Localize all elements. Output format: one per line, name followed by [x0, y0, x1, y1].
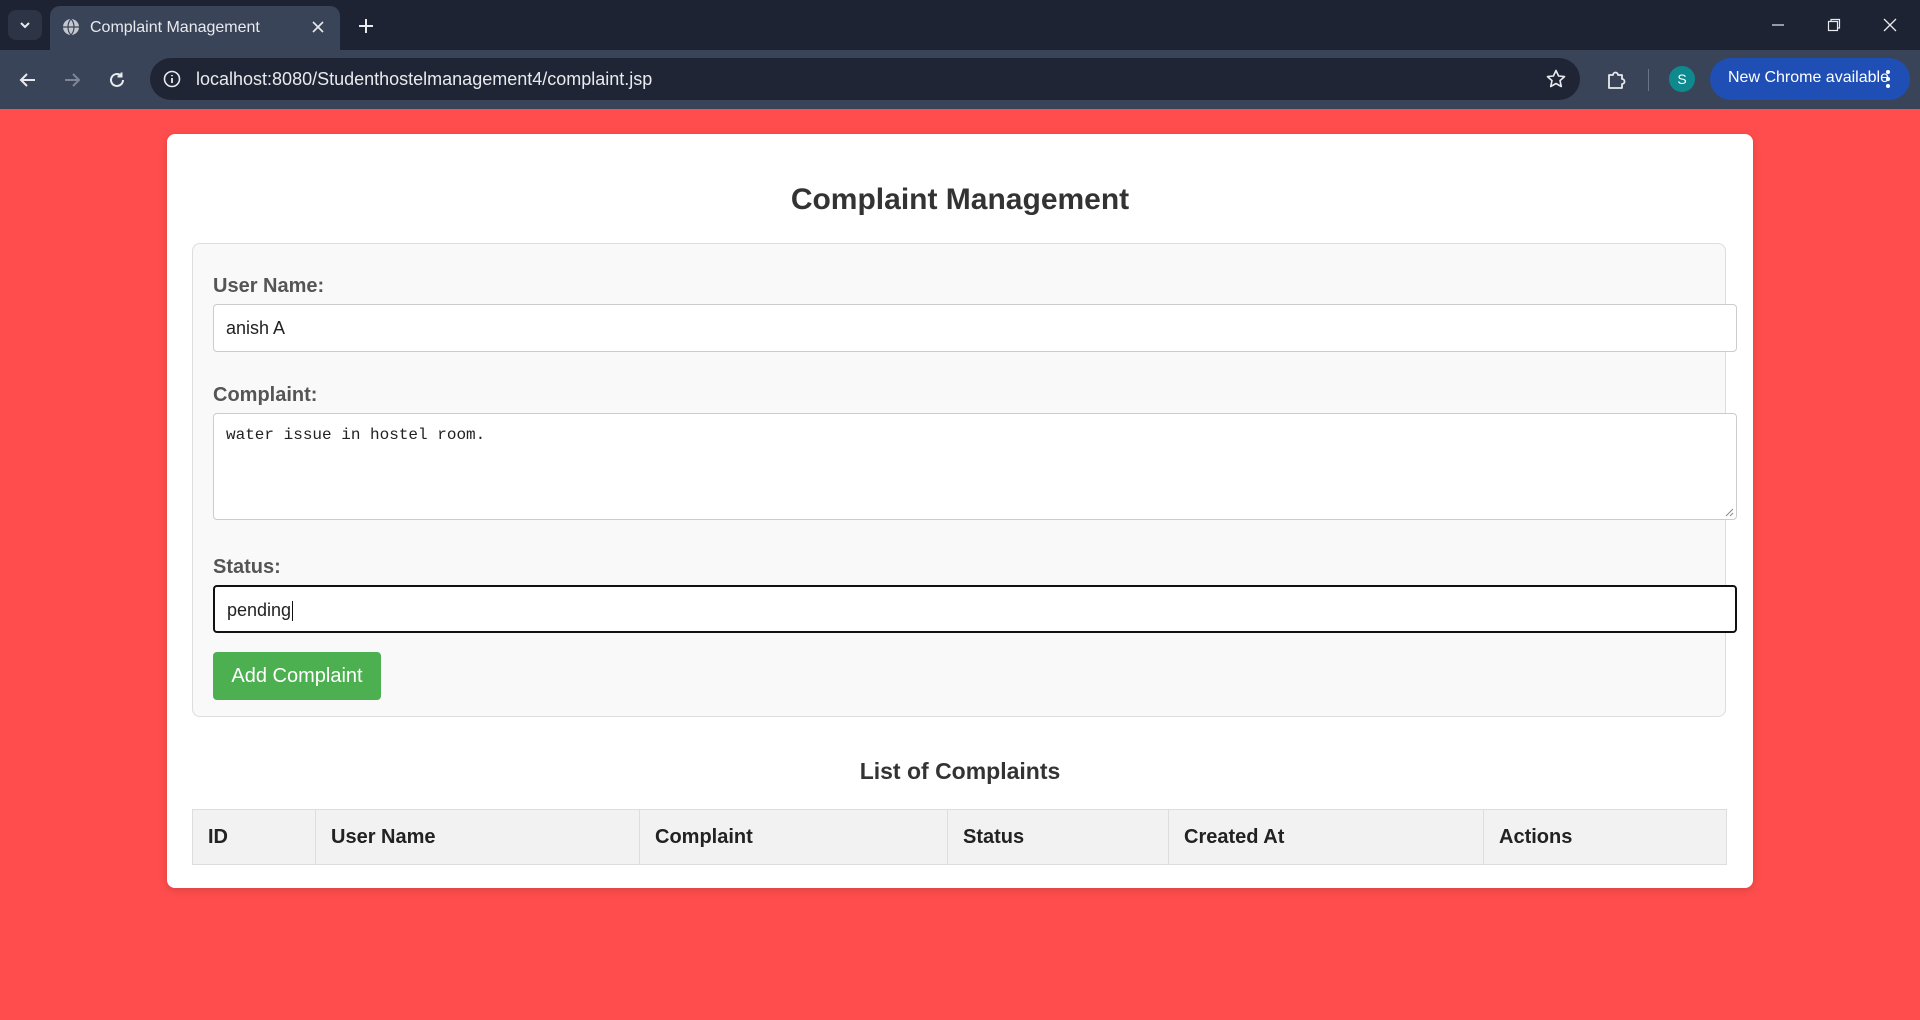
tab-close-button[interactable] — [306, 15, 330, 39]
column-header-complaint: Complaint — [639, 809, 948, 865]
update-label: New Chrome available — [1728, 69, 1889, 86]
status-value: pending — [227, 600, 292, 620]
complaint-label: Complaint: — [213, 384, 318, 406]
back-button[interactable] — [12, 64, 44, 96]
close-window-button[interactable] — [1862, 0, 1918, 50]
column-header-created-at: Created At — [1168, 809, 1484, 865]
column-header-user-name: User Name — [315, 809, 640, 865]
close-icon — [1883, 18, 1897, 32]
minimize-button[interactable] — [1750, 0, 1806, 50]
star-icon — [1546, 69, 1566, 88]
arrow-right-icon — [65, 73, 81, 87]
complaints-table: ID User Name Complaint Status Created At… — [192, 809, 1727, 865]
user-name-label: User Name: — [213, 275, 325, 297]
tab-title: Complaint Management — [90, 19, 260, 36]
new-tab-button[interactable] — [352, 12, 380, 40]
address-bar[interactable]: localhost:8080/Studenthostelmanagement4/… — [150, 58, 1580, 100]
resize-grip-icon[interactable] — [1724, 507, 1734, 517]
status-label: Status: — [213, 556, 281, 578]
globe-icon — [63, 18, 79, 36]
reload-button[interactable] — [101, 64, 133, 96]
complaint-textarea[interactable]: water issue in hostel room. — [213, 413, 1737, 520]
info-icon — [163, 70, 181, 88]
column-header-actions: Actions — [1483, 809, 1727, 865]
add-complaint-button[interactable]: Add Complaint — [213, 652, 381, 700]
user-name-input[interactable]: anish A — [213, 304, 1737, 352]
complaint-text: water issue in hostel room. — [226, 426, 486, 444]
list-title: List of Complaints — [859, 758, 1061, 784]
plus-icon — [359, 19, 373, 33]
site-info-button[interactable] — [160, 67, 184, 91]
toolbar-divider — [1648, 69, 1649, 91]
puzzle-icon — [1608, 71, 1626, 89]
browser-toolbar: localhost:8080/Studenthostelmanagement4/… — [0, 50, 1920, 109]
close-icon — [312, 21, 324, 33]
content-card: Complaint Management User Name: anish A … — [167, 134, 1753, 888]
table-header-row: ID User Name Complaint Status Created At… — [192, 809, 1727, 865]
bookmark-button[interactable] — [1544, 67, 1568, 91]
browser-tab[interactable]: Complaint Management — [50, 6, 340, 50]
kebab-menu-icon — [1886, 70, 1890, 88]
page-title: Complaint Management — [790, 183, 1130, 216]
profile-avatar[interactable]: S — [1669, 66, 1695, 92]
complaint-form: User Name: anish A Complaint: water issu… — [192, 243, 1737, 717]
url-text: localhost:8080/Studenthostelmanagement4/… — [196, 69, 653, 89]
browser-tab-strip: Complaint Management — [0, 0, 1920, 50]
restore-button[interactable] — [1806, 0, 1862, 50]
restore-icon — [1827, 18, 1841, 32]
text-caret — [292, 601, 294, 622]
column-header-id: ID — [192, 809, 316, 865]
chevron-down-icon — [20, 22, 30, 29]
column-header-status: Status — [947, 809, 1169, 865]
extensions-button[interactable] — [1600, 64, 1632, 96]
reload-icon — [110, 72, 124, 87]
arrow-left-icon — [19, 73, 35, 87]
new-chrome-available-button[interactable]: New Chrome available — [1710, 58, 1910, 100]
minimize-icon — [1772, 24, 1784, 26]
browser-menu-button[interactable] — [1878, 67, 1898, 91]
forward-button[interactable] — [56, 64, 88, 96]
tab-search-button[interactable] — [8, 10, 42, 40]
status-input[interactable]: pending — [213, 585, 1737, 633]
